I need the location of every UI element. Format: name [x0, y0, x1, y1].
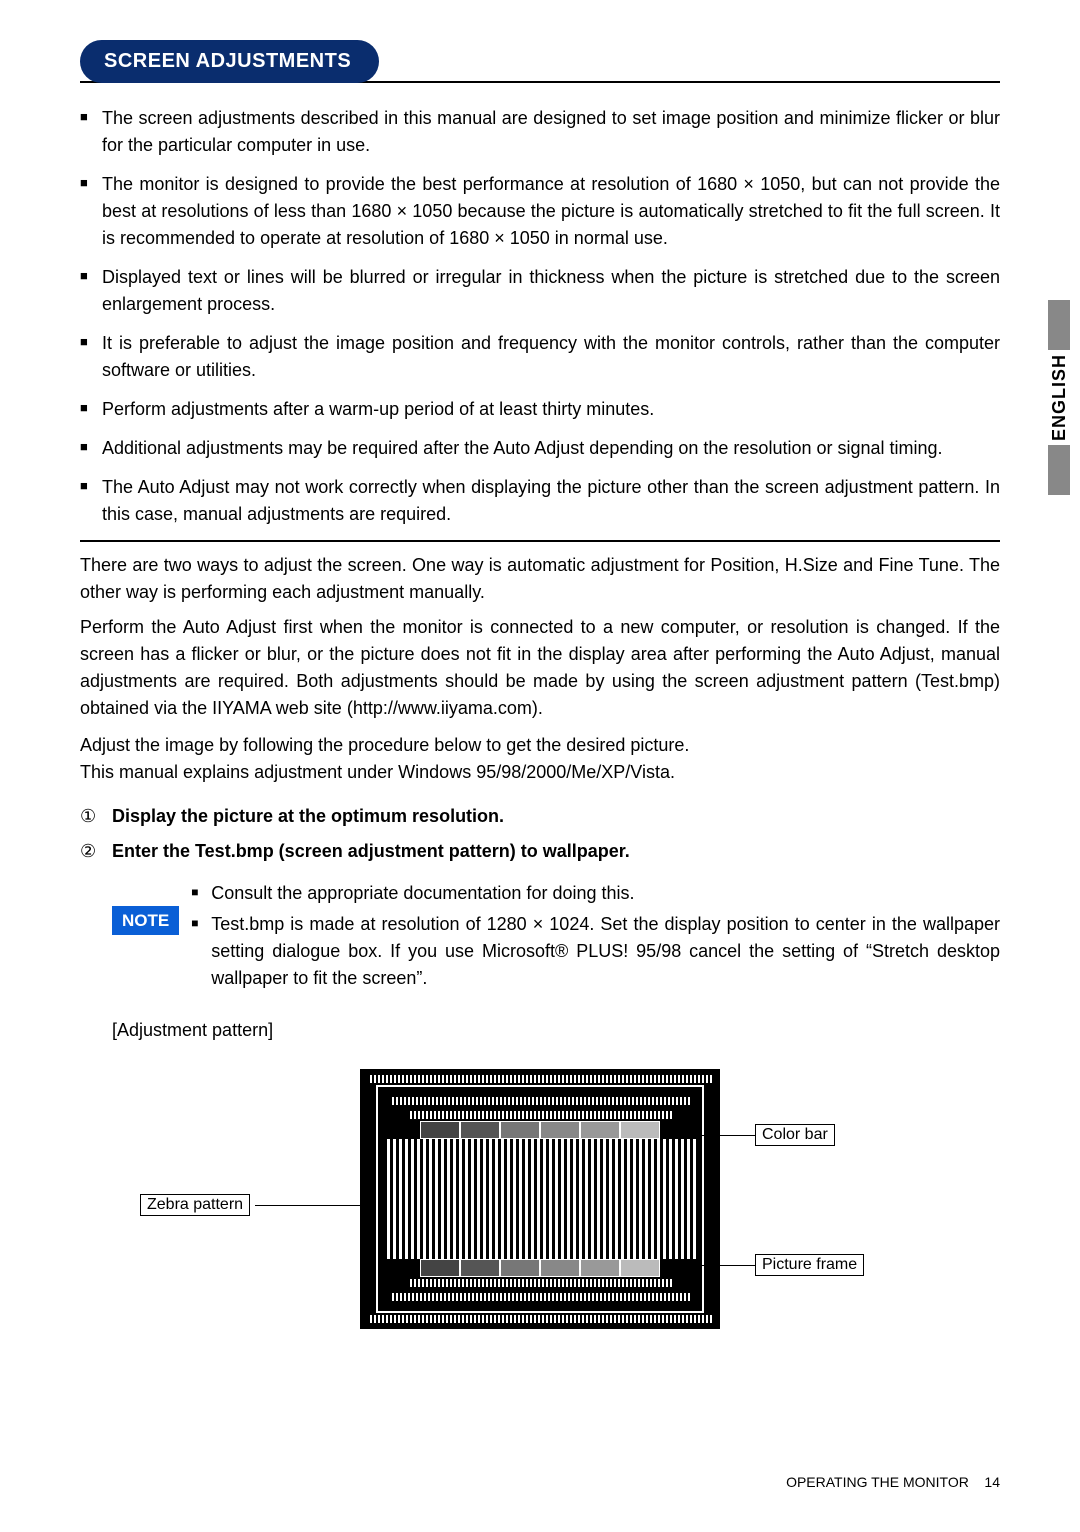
- step-row: ① Display the picture at the optimum res…: [80, 802, 1000, 831]
- language-label: ENGLISH: [1049, 354, 1070, 441]
- paragraph-group: Adjust the image by following the proced…: [80, 732, 1000, 786]
- paragraph: Perform the Auto Adjust first when the m…: [80, 614, 1000, 722]
- page-header: SCREEN ADJUSTMENTS: [80, 40, 1000, 83]
- bullet-item: The Auto Adjust may not work correctly w…: [80, 474, 1000, 528]
- bullet-item: The monitor is designed to provide the b…: [80, 171, 1000, 252]
- callout-zebra: Zebra pattern: [140, 1194, 250, 1216]
- tab-bar-top: [1048, 300, 1070, 350]
- callout-colorbar: Color bar: [755, 1124, 835, 1146]
- bullet-item: The screen adjustments described in this…: [80, 105, 1000, 159]
- step-text: Enter the Test.bmp (screen adjustment pa…: [112, 837, 630, 866]
- callout-line: [255, 1205, 360, 1206]
- note-item: Consult the appropriate documentation fo…: [191, 880, 1000, 907]
- steps-list: ① Display the picture at the optimum res…: [80, 802, 1000, 866]
- footer-page-number: 14: [984, 1474, 1000, 1490]
- note-badge: NOTE: [112, 906, 179, 936]
- paragraph: There are two ways to adjust the screen.…: [80, 552, 1000, 606]
- adjustment-pattern-figure: Zebra pattern Color bar Picture frame: [180, 1069, 900, 1349]
- bullet-item: Displayed text or lines will be blurred …: [80, 264, 1000, 318]
- step-row: ② Enter the Test.bmp (screen adjustment …: [80, 837, 1000, 866]
- bullet-item: Perform adjustments after a warm-up peri…: [80, 396, 1000, 423]
- step-number-icon: ①: [80, 802, 98, 831]
- tab-bar-bottom: [1048, 445, 1070, 495]
- intro-bullet-list: The screen adjustments described in this…: [80, 105, 1000, 528]
- note-block: NOTE Consult the appropriate documentati…: [112, 880, 1000, 996]
- paragraph-line: Adjust the image by following the proced…: [80, 732, 1000, 759]
- callout-pictureframe: Picture frame: [755, 1254, 864, 1276]
- zebra-stripe: [368, 1075, 712, 1083]
- divider-rule: [80, 540, 1000, 542]
- note-list: Consult the appropriate documentation fo…: [191, 880, 1000, 996]
- callout-line: [695, 1265, 755, 1266]
- page-footer: OPERATING THE MONITOR 14: [786, 1474, 1000, 1490]
- zebra-stripe: [368, 1315, 712, 1323]
- note-item: Test.bmp is made at resolution of 1280 ×…: [191, 911, 1000, 992]
- paragraph-line: This manual explains adjustment under Wi…: [80, 759, 1000, 786]
- pattern-outer: [360, 1069, 720, 1329]
- step-text: Display the picture at the optimum resol…: [112, 802, 504, 831]
- bullet-item: Additional adjustments may be required a…: [80, 435, 1000, 462]
- bullet-item: It is preferable to adjust the image pos…: [80, 330, 1000, 384]
- callout-line: [660, 1135, 755, 1136]
- footer-section: OPERATING THE MONITOR: [786, 1474, 969, 1490]
- pattern-frame: [376, 1085, 704, 1313]
- section-title-pill: SCREEN ADJUSTMENTS: [80, 40, 379, 83]
- language-tab: ENGLISH: [1048, 300, 1070, 495]
- step-number-icon: ②: [80, 837, 98, 866]
- figure-caption: [Adjustment pattern]: [112, 1020, 1000, 1041]
